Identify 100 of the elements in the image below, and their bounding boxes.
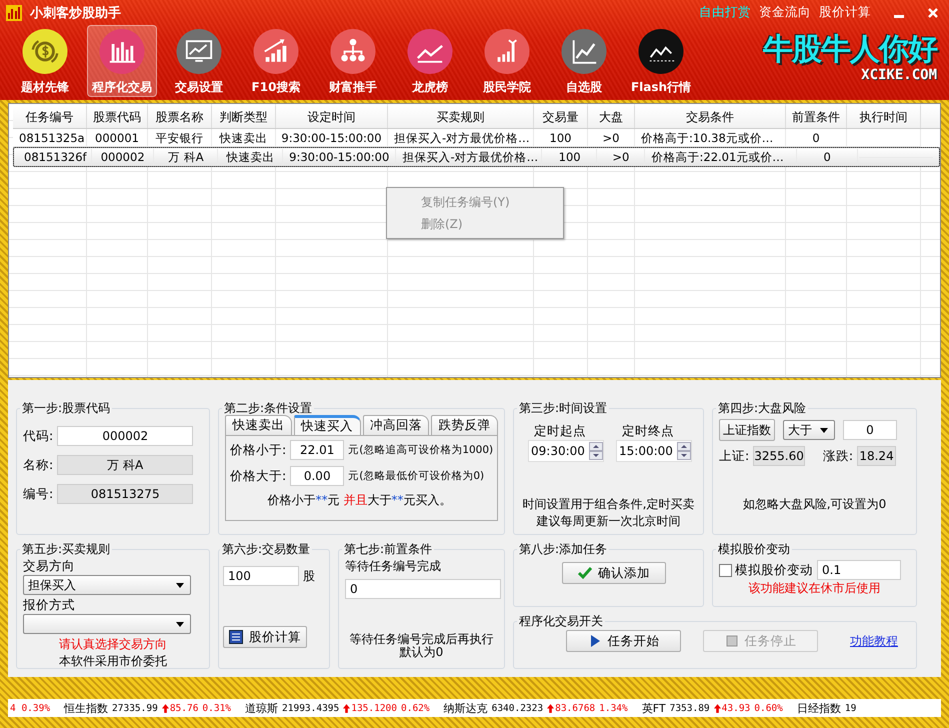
column-header[interactable]: 设定时间 [276,106,388,128]
toolbar-button[interactable]: 财富推手 [318,25,388,97]
dropdown[interactable] [23,614,191,634]
toolbar-button[interactable]: Flash行情 [626,25,696,97]
line-chart-icon [560,29,608,74]
calculate-button[interactable]: 股价计算 [223,626,307,648]
column-header[interactable]: 前置条件 [786,106,847,128]
table-row[interactable]: 08151326f 000002 万 科A 快速卖出 9:30:00-15:00:00 担保买入-对方最优价格… 100 >0 价格高于:22.01元或价… 0 [13,147,940,167]
monitor-chart-icon [175,29,223,74]
column-header[interactable]: 大盘 [588,106,635,128]
column-header[interactable]: 判断类型 [212,106,276,128]
up-arrow-icon [343,704,350,712]
index-button[interactable]: 上证指数 [719,419,775,441]
readonly-field: 3255.60 [753,446,805,466]
tab[interactable]: 快速卖出 [225,415,292,435]
up-arrow-icon [547,704,554,712]
table-cell: 08151326f [18,148,92,166]
group-title: 第二步:条件设置 [223,400,314,417]
logo-subtext: XCIKE.COM [861,67,937,83]
column-header[interactable]: 交易量 [534,106,588,128]
spin-buttons[interactable] [589,442,603,460]
index-percent: 1.34% [599,702,628,714]
note-text: 建议每周更新一次北京时间 [536,513,682,530]
index-value: 21993.4395 [282,702,340,714]
index-change: 85.76 [162,702,198,714]
coin-icon [21,29,69,74]
index-percent: 0.62% [401,702,430,714]
header-link[interactable]: 资金流向 [759,4,811,21]
header-link[interactable]: 股价计算 [819,4,871,21]
toolbar-button[interactable]: F10搜索 [241,25,311,97]
close-icon[interactable] [927,6,939,18]
index-change: 43.93 [714,702,750,714]
field-label: 定时起点 [533,423,587,440]
bar-chart-icon [98,29,146,74]
dropdown[interactable]: 大于 [783,420,835,440]
tab[interactable]: 跌势反弹 [431,415,498,435]
column-header[interactable]: 任务编号 [13,106,87,128]
index-name: 英FT [642,700,666,716]
column-header[interactable]: 买卖规则 [388,106,534,128]
zigzag-chart-icon [637,29,685,74]
calculator-icon [229,630,243,644]
column-header[interactable]: 执行时间 [847,106,921,128]
input-field[interactable]: 22.01 [290,440,344,460]
spin-buttons[interactable] [677,442,691,460]
column-header[interactable]: 股票代码 [87,106,148,128]
index-value: 6340.2323 [492,702,544,714]
tab[interactable]: 冲高回落 [362,415,430,435]
toolbar-button[interactable]: 龙虎榜 [395,25,465,97]
tutorial-link[interactable]: 功能教程 [850,632,898,650]
input-field[interactable]: 0 [843,420,897,440]
index-value: 27335.99 [112,702,158,714]
field-label: 编号: [23,486,54,502]
readonly-field: 081513275 [57,484,194,504]
tab[interactable]: 快速买入 [294,415,360,435]
field-label: 代码: [23,428,54,444]
note-text: 如忽略大盘风险,可设置为0 [742,496,888,513]
index-percent: 4 0.39% [10,702,50,714]
toolbar-button[interactable]: 股民学院 [472,25,542,97]
index-name: 道琼斯 [245,700,278,716]
input-field[interactable]: 0.1 [817,560,901,580]
readonly-field: 18.24 [857,446,896,466]
index-name: 日经指数 [796,700,841,716]
table-cell: 担保买入-对方最优价格… [396,148,542,166]
dropdown[interactable]: 担保买入 [23,575,191,595]
toolbar-button[interactable]: 程序化交易 [87,25,157,97]
time-field[interactable]: 15:00:00 [616,440,692,462]
field-hint: 元(忽略最低价可设价格为0) [348,469,484,483]
table-cell: 9:30:00-15:00:00 [284,148,396,166]
input-field[interactable]: 100 [223,566,299,586]
toolbar-button[interactable]: 交易设置 [164,25,234,97]
checkbox-label[interactable]: 模拟股价变动 [735,562,813,578]
app-icon [6,4,22,20]
warning-text: 请认真选择交易方向 [58,636,168,653]
table-row[interactable]: 08151325a 000001 平安银行 快速卖出 9:30:00-15:00:00 担保买入-对方最优价格… 100 >0 价格高于:10.38元或价… 0 [13,130,940,147]
time-field[interactable]: 09:30:00 [528,440,604,462]
field-label: 等待任务编号完成 [345,558,442,575]
checkbox[interactable] [719,564,732,576]
field-label: 上证: [719,448,750,464]
people-tree-icon [329,29,377,74]
group-title: 第六步:交易数量 [221,541,312,558]
logo-text: 牛股牛人你好 [763,33,937,67]
toolbar-button[interactable]: 题材先锋 [10,25,80,97]
group-title: 第三步:时间设置 [518,400,608,417]
task-button[interactable]: 任务开始 [566,630,681,652]
note-text: 默认为0 [398,646,444,659]
toolbar-button[interactable]: 自选股 [549,25,619,97]
column-header[interactable]: 交易条件 [635,106,786,128]
input-field[interactable]: 0 [345,579,501,599]
index-name: 纳斯达克 [444,700,488,716]
note-text: 时间设置用于组合条件,定时买卖 [522,496,696,513]
confirm-button[interactable]: 确认添加 [562,562,666,584]
field-label: 交易方向 [23,558,76,575]
header-link[interactable]: 自由打赏 [699,4,751,21]
input-field[interactable]: 000002 [57,426,194,446]
column-header[interactable]: 股票名称 [148,106,212,128]
table-cell: 万 科A [154,148,218,166]
group-title: 第五步:买卖规则 [21,541,112,558]
group-title: 程序化交易开关 [518,613,604,630]
input-field[interactable]: 0.00 [290,466,344,486]
rising-bars-icon [252,29,300,74]
